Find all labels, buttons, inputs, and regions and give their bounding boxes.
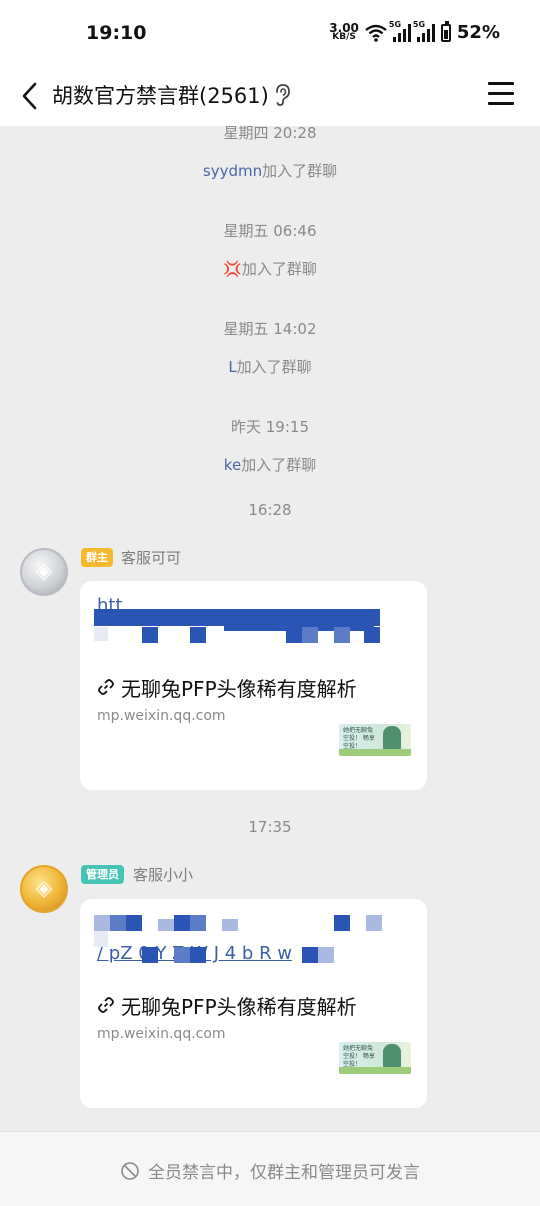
- back-chevron-icon[interactable]: [16, 78, 44, 114]
- join-notice: ke加入了群聊: [0, 454, 540, 475]
- status-time: 19:10: [86, 22, 147, 44]
- system-timestamp: 星期五 14:02: [223, 320, 317, 338]
- join-notice: L加入了群聊: [0, 356, 540, 377]
- admin-badge: 管理员: [81, 865, 124, 884]
- join-action: 加入了群聊: [236, 358, 312, 376]
- redaction-mosaic: [94, 915, 384, 967]
- system-timestamp: 昨天 19:15: [231, 418, 309, 436]
- join-notice: 💢加入了群聊: [0, 258, 540, 279]
- join-user-name[interactable]: ke: [224, 456, 241, 474]
- join-action: 加入了群聊: [241, 260, 317, 278]
- redaction-mosaic: [94, 609, 410, 645]
- wifi-icon: [365, 24, 387, 42]
- link-chain-icon: [98, 997, 114, 1013]
- no-speaking-icon: [121, 1162, 139, 1180]
- group-title[interactable]: 胡数官方禁言群(2561): [52, 80, 269, 110]
- mute-notice: 全员禁言中，仅群主和管理员可发言: [0, 1158, 540, 1183]
- card-domain: mp.weixin.qq.com: [97, 1026, 226, 1042]
- hamburger-menu-icon[interactable]: [488, 82, 514, 106]
- card-title[interactable]: 无聊兔PFP头像稀有度解析: [97, 673, 357, 702]
- link-message-card[interactable]: htt 无聊兔PFP头像稀有度解析 mp.weixin.qq.com 她把无聊兔…: [80, 581, 427, 790]
- join-user-name[interactable]: 💢: [223, 260, 242, 278]
- card-thumbnail: 她把无聊兔空投！ 畅享空投！: [339, 724, 411, 756]
- status-icons: 3.00 KB/S 5G 5G 52%: [329, 20, 500, 44]
- join-user-name[interactable]: syydmn: [203, 162, 262, 180]
- status-bar: 19:10 3.00 KB/S 5G 5G 52%: [0, 0, 540, 66]
- join-user-name[interactable]: L: [228, 358, 236, 376]
- link-message-card[interactable]: / pZ 0 Y Z W J 4 b R w 无聊兔PFP头像稀有度解析 mp.…: [80, 899, 427, 1108]
- avatar-emblem-icon: ◈: [35, 876, 53, 901]
- join-action: 加入了群聊: [262, 162, 338, 180]
- mute-notice-bar: 全员禁言中，仅群主和管理员可发言: [0, 1131, 540, 1206]
- ear-icon[interactable]: [272, 82, 292, 108]
- sender-name[interactable]: 客服可可: [121, 547, 181, 568]
- join-action: 加入了群聊: [241, 456, 317, 474]
- sim2-tag: 5G: [412, 19, 426, 29]
- thumbnail-caption: 她把无聊兔空投！ 畅享空投！: [343, 727, 375, 750]
- network-speed-unit: KB/S: [332, 31, 356, 42]
- battery-icon: [440, 20, 451, 42]
- owner-badge: 群主: [81, 548, 113, 567]
- avatar[interactable]: ◈: [20, 865, 68, 913]
- signal-sim2-icon: 5G: [413, 20, 435, 42]
- thumbnail-caption: 她把无聊兔空投！ 畅享空投！: [343, 1045, 375, 1068]
- sim1-tag: 5G: [388, 19, 402, 29]
- join-notice: syydmn加入了群聊: [0, 160, 540, 181]
- chat-header: 胡数官方禁言群(2561): [0, 66, 540, 126]
- mute-notice-text: 全员禁言中，仅群主和管理员可发言: [148, 1163, 420, 1183]
- signal-sim1-icon: 5G: [389, 20, 411, 42]
- card-title[interactable]: 无聊兔PFP头像稀有度解析: [97, 991, 357, 1020]
- link-chain-icon: [98, 679, 114, 695]
- sender-name[interactable]: 客服小小: [133, 864, 193, 885]
- avatar-emblem-icon: ◈: [35, 559, 53, 584]
- card-domain: mp.weixin.qq.com: [97, 708, 226, 724]
- message-timestamp: 17:35: [248, 818, 292, 836]
- card-title-text: 无聊兔PFP头像稀有度解析: [121, 995, 357, 1019]
- avatar[interactable]: ◈: [20, 548, 68, 596]
- system-timestamp: 星期五 06:46: [223, 222, 317, 240]
- card-thumbnail: 她把无聊兔空投！ 畅享空投！: [339, 1042, 411, 1074]
- message-timestamp: 16:28: [248, 501, 292, 519]
- battery-percent: 52%: [456, 22, 500, 43]
- card-title-text: 无聊兔PFP头像稀有度解析: [121, 677, 357, 701]
- network-speed: 3.00 KB/S: [329, 22, 359, 42]
- system-timestamp: 星期四 20:28: [223, 124, 317, 142]
